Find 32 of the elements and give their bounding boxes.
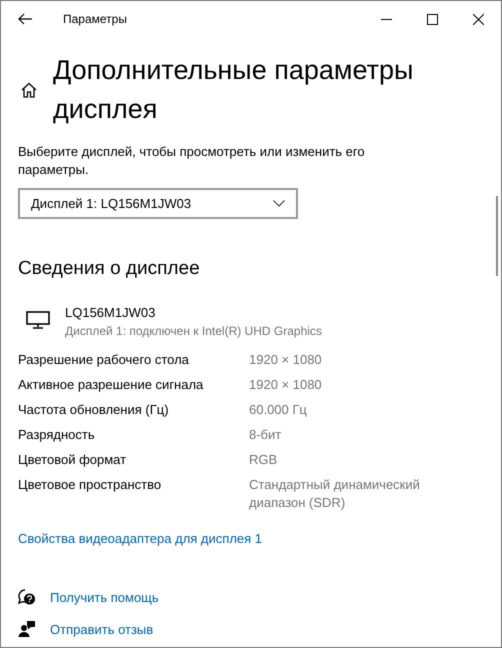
- home-icon: [21, 82, 37, 98]
- help-link[interactable]: Отправить отзыв: [50, 620, 154, 639]
- display-dropdown[interactable]: Дисплей 1: LQ156M1JW03: [18, 188, 298, 219]
- minimize-icon: [380, 18, 392, 20]
- info-value: 1920 × 1080: [249, 376, 323, 394]
- info-label: Цветовое пространство: [18, 476, 162, 494]
- display-name: LQ156M1JW03: [65, 304, 156, 322]
- help-link[interactable]: Получить помощь: [50, 588, 159, 608]
- info-label: Разрешение рабочего стола: [18, 350, 190, 368]
- info-label: Активное разрешение сигнала: [18, 376, 204, 394]
- info-value: 60.000 Гц: [249, 400, 308, 418]
- info-value: 1920 × 1080: [249, 350, 323, 368]
- back-arrow-icon: [18, 13, 32, 25]
- info-label: Частота обновления (Гц): [18, 400, 170, 418]
- info-label: Разрядность: [18, 426, 96, 444]
- page-title: Дополнительные параметры дисплея: [53, 54, 414, 126]
- info-value: RGB: [249, 450, 278, 468]
- chevron-down-icon: [273, 200, 285, 207]
- close-icon: [472, 14, 484, 24]
- adapter-properties-link[interactable]: Свойства видеоадаптера для дисплея 1: [18, 528, 484, 548]
- display-subtitle: Дисплей 1: подключен к Intel(R) UHD Graphics: [65, 322, 322, 340]
- info-value: 8-бит: [249, 426, 282, 444]
- monitor-icon: [26, 310, 50, 328]
- maximize-icon: [426, 14, 438, 24]
- window-title: Параметры: [63, 11, 127, 28]
- feedback-person-icon: [18, 620, 36, 638]
- help-chat-icon: [18, 588, 36, 607]
- info-value: Стандартный динамический диапазон (SDR): [249, 476, 421, 512]
- info-label: Цветовой формат: [18, 450, 128, 468]
- section-heading: Сведения о дисплее: [18, 257, 201, 281]
- description-text: Выберите дисплей, чтобы просмотреть или изменить его параметры.: [18, 143, 366, 179]
- scrollbar[interactable]: [496, 196, 498, 276]
